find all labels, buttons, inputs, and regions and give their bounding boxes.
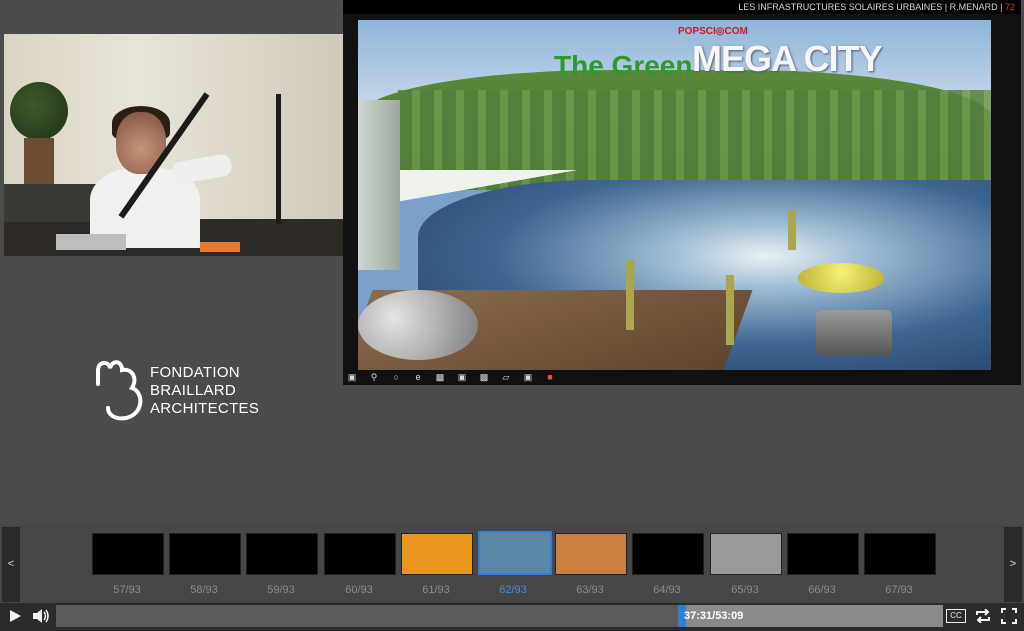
slide-thumbnail[interactable] [169,533,241,575]
slide-thumbnail-label[interactable]: 58/93 [167,584,241,596]
slide-thumbnail-label[interactable]: 62/93 [476,584,550,596]
logo-line-3: ARCHITECTES [150,400,260,417]
play-icon[interactable] [6,605,24,627]
slide-thumbnail-label[interactable]: 66/93 [785,584,859,596]
presenter-video[interactable] [4,34,343,256]
browser-icon: e [415,372,421,382]
slide-header-number: 72 [1004,2,1015,12]
slide-thumbnail-label[interactable]: 60/93 [322,584,396,596]
slide-thumbnail-label[interactable]: 57/93 [90,584,164,596]
logo-line-1: FONDATION [150,364,240,381]
braillard-logo-icon [96,360,143,421]
slide-thumbnail[interactable] [92,533,164,575]
logo-line-2: BRAILLARD [150,382,237,399]
previous-slides-button[interactable]: < [2,527,20,602]
fondation-braillard-logo: FONDATION BRAILLARD ARCHITECTES [92,358,262,428]
fullscreen-icon[interactable] [998,605,1020,627]
photos-icon: ▩ [479,372,489,382]
slide-header-text: LES INFRASTRUCTURES SOLAIRES URBAINES | … [738,2,1003,12]
slide-thumbnail[interactable] [787,533,859,575]
task-view-icon: ○ [393,372,399,382]
slide-thumbnail[interactable] [478,531,552,575]
slide-brand: POPSCI◎COM [678,26,748,37]
slide-thumbnail[interactable] [324,533,396,575]
app-icon: ▣ [457,372,467,382]
slide-image: POPSCI◎COM The Green MEGA CITY [358,20,991,370]
progress-fill [56,605,682,627]
slide-thumbnail-label[interactable]: 64/93 [630,584,704,596]
powerpoint-icon: ■ [547,372,553,382]
slide-title-green: The Green [554,50,693,81]
next-slides-button[interactable]: > [1004,527,1022,602]
slide-title-mega-city: MEGA CITY [692,38,883,79]
app-icon: ▣ [523,372,533,382]
laptop [56,234,126,250]
slide-thumbnail-label[interactable]: 65/93 [708,584,782,596]
app-icon: ▱ [502,372,510,382]
loop-icon[interactable] [972,605,994,627]
slide-thumbnail[interactable] [555,533,627,575]
slide-thumbnail[interactable] [401,533,473,575]
slide-thumbnail[interactable] [864,533,936,575]
wave-buoy [798,263,884,293]
plant [10,82,68,140]
slide-thumbnail-label[interactable]: 59/93 [244,584,318,596]
slide-header: LES INFRASTRUCTURES SOLAIRES URBAINES | … [343,0,1021,14]
time-display: 37:31/53:09 [684,610,744,622]
slide-taskbar: ▣ ⚲ ○ e ▩ ▣ ▩ ▱ ▣ ■ [343,370,993,385]
windows-icon: ▣ [347,372,357,382]
underwater-turbine [358,290,478,360]
tower [358,100,400,270]
volume-icon[interactable] [30,605,52,627]
explorer-icon: ▩ [435,372,445,382]
slide-thumbnail[interactable] [632,533,704,575]
slide-thumbnail[interactable] [710,533,782,575]
slide-thumbnail[interactable] [246,533,318,575]
slide-thumbnail-label[interactable]: 61/93 [399,584,473,596]
search-icon: ⚲ [370,372,378,382]
slide-thumbnail-label[interactable]: 63/93 [553,584,627,596]
slide-thumbnail-label[interactable]: 67/93 [862,584,936,596]
progress-bar[interactable] [56,605,943,627]
closed-captions-button[interactable]: CC [946,609,966,623]
